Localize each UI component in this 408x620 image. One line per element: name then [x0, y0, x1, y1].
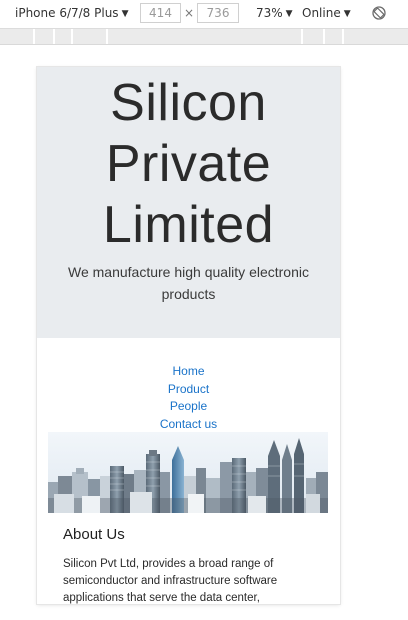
device-select[interactable]: iPhone 6/7/8 Plus ▼ — [15, 6, 128, 20]
chevron-down-icon: ▼ — [285, 9, 293, 19]
nav-link-contact[interactable]: Contact us — [37, 416, 340, 434]
nav-link-people[interactable]: People — [37, 398, 340, 416]
ruler-tick — [33, 29, 35, 44]
ruler-tick — [106, 29, 108, 44]
ruler-tick — [323, 29, 325, 44]
chevron-down-icon: ▼ — [121, 9, 129, 19]
times-icon: × — [184, 6, 195, 20]
chevron-down-icon: ▼ — [343, 9, 351, 19]
media-query-ruler[interactable] — [0, 29, 408, 45]
about-heading: About Us — [63, 526, 125, 543]
network-select-label: Online — [302, 6, 341, 20]
city-skyline-image — [48, 432, 328, 513]
about-text: Silicon Pvt Ltd, provides a broad range … — [63, 558, 278, 604]
zoom-select[interactable]: 73% ▼ — [256, 6, 293, 20]
nav-link-product[interactable]: Product — [37, 381, 340, 399]
ruler-tick — [301, 29, 303, 44]
device-select-label: iPhone 6/7/8 Plus — [15, 6, 119, 20]
page-title: Silicon Private Limited — [102, 74, 275, 254]
ruler-tick — [342, 29, 344, 44]
device-toolbar: iPhone 6/7/8 Plus ▼ 414 × 736 73% ▼ Online… — [0, 0, 408, 29]
width-input[interactable]: 414 — [140, 3, 181, 23]
ruler-tick — [71, 29, 73, 44]
zoom-select-label: 73% — [256, 6, 283, 20]
network-select[interactable]: Online ▼ — [302, 6, 351, 20]
jumbotron: Silicon Private Limited We manufacture h… — [37, 67, 340, 338]
height-input[interactable]: 736 — [197, 3, 239, 23]
tagline: We manufacture high quality electronic p… — [68, 264, 309, 302]
ruler-tick — [53, 29, 55, 44]
main-nav: Home Product People Contact us — [37, 363, 340, 433]
about-card: About Us Silicon Pvt Ltd, provides a bro… — [48, 513, 328, 604]
nav-link-home[interactable]: Home — [37, 363, 340, 381]
rotate-icon[interactable] — [371, 5, 387, 21]
device-viewport: Silicon Private Limited We manufacture h… — [37, 67, 340, 604]
